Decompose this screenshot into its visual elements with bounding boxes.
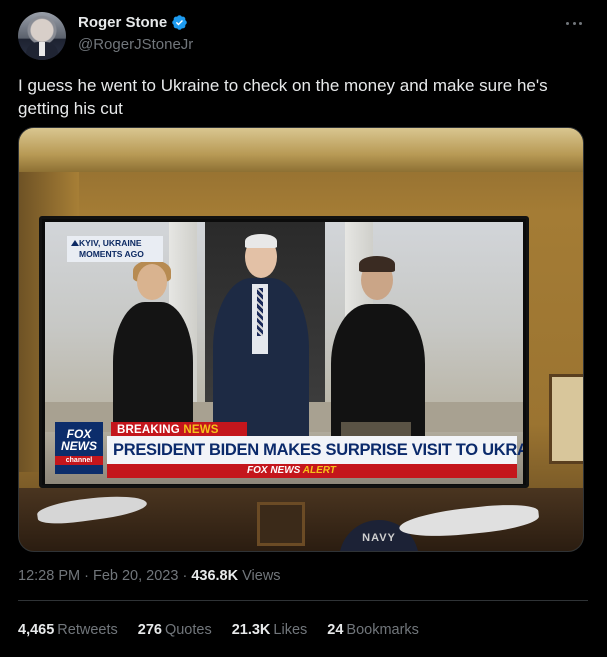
picture-frame-shelf	[257, 502, 305, 546]
bookmarks-count: 24	[327, 622, 344, 638]
television: KYIV, UKRAINE MOMENTS AGO FOX NEWS chann…	[39, 216, 529, 488]
quotes-count: 276	[137, 622, 162, 638]
views-count: 436.8K	[191, 568, 239, 584]
tweet: Roger Stone @RogerJStoneJr I guess he we…	[0, 0, 607, 657]
quotes-stat[interactable]: 276 Quotes	[138, 622, 212, 638]
meta-separator: ·	[178, 568, 192, 584]
ceiling-cornice	[19, 128, 583, 172]
person-right-hair	[359, 256, 395, 272]
likes-stat[interactable]: 21.3K Likes	[232, 622, 308, 638]
divider	[18, 600, 588, 601]
tweet-time[interactable]: 12:28 PM	[18, 568, 80, 584]
breaking-prefix: BREAKING	[117, 424, 184, 436]
views-label: Views	[238, 568, 281, 584]
likes-count: 21.3K	[231, 622, 271, 638]
breaking-accent: NEWS	[183, 424, 219, 436]
location-line-2: MOMENTS AGO	[79, 249, 144, 259]
person-left-head	[137, 264, 167, 300]
fox-news-alert-bar: FOX NEWS ALERT	[107, 464, 517, 478]
alert-prefix: FOX NEWS	[247, 465, 303, 476]
quotes-label: Quotes	[164, 622, 212, 638]
person-center-hair	[245, 234, 277, 248]
retweets-label: Retweets	[57, 622, 118, 638]
bookmarks-stat[interactable]: 24 Bookmarks	[327, 622, 419, 638]
more-options-icon[interactable]	[562, 14, 586, 32]
alert-accent: ALERT	[302, 465, 336, 476]
tv-screen: KYIV, UKRAINE MOMENTS AGO FOX NEWS chann…	[45, 222, 523, 484]
news-headline: PRESIDENT BIDEN MAKES SURPRISE VISIT TO …	[107, 436, 523, 464]
retweets-count: 4,465	[18, 622, 55, 638]
engagement-stats: 4,465 Retweets 276 Quotes 21.3K Likes 24 Boo…	[18, 622, 419, 638]
logo-sub: channel	[55, 456, 103, 465]
tweet-date[interactable]: Feb 20, 2023	[93, 568, 178, 584]
fox-news-logo: FOX NEWS channel	[55, 422, 103, 474]
avatar[interactable]	[18, 12, 66, 60]
author-name-row: Roger Stone	[78, 14, 188, 31]
tweet-photo[interactable]: NAVY KYIV, UKRAINE MOMENTS AGO FOX NEWS …	[18, 127, 584, 552]
tweet-text: I guess he went to Ukraine to check on t…	[18, 76, 548, 118]
tweet-meta: 12:28 PM · Feb 20, 2023 · 436.8K Views	[18, 568, 281, 584]
location-line-1: KYIV, UKRAINE	[79, 238, 142, 248]
location-banner: KYIV, UKRAINE MOMENTS AGO	[67, 236, 163, 262]
logo-text-2: NEWS	[61, 439, 97, 453]
author-handle[interactable]: @RogerJStoneJr	[78, 36, 193, 53]
avatar-shirt	[39, 42, 45, 56]
bookmarks-label: Bookmarks	[346, 622, 419, 638]
verified-badge-icon[interactable]	[171, 14, 188, 31]
retweets-stat[interactable]: 4,465 Retweets	[18, 622, 118, 638]
meta-separator: ·	[80, 568, 93, 584]
picture-frame-right	[549, 374, 583, 464]
author-display-name[interactable]: Roger Stone	[78, 14, 167, 31]
likes-label: Likes	[273, 622, 308, 638]
person-center-tie	[257, 288, 263, 336]
